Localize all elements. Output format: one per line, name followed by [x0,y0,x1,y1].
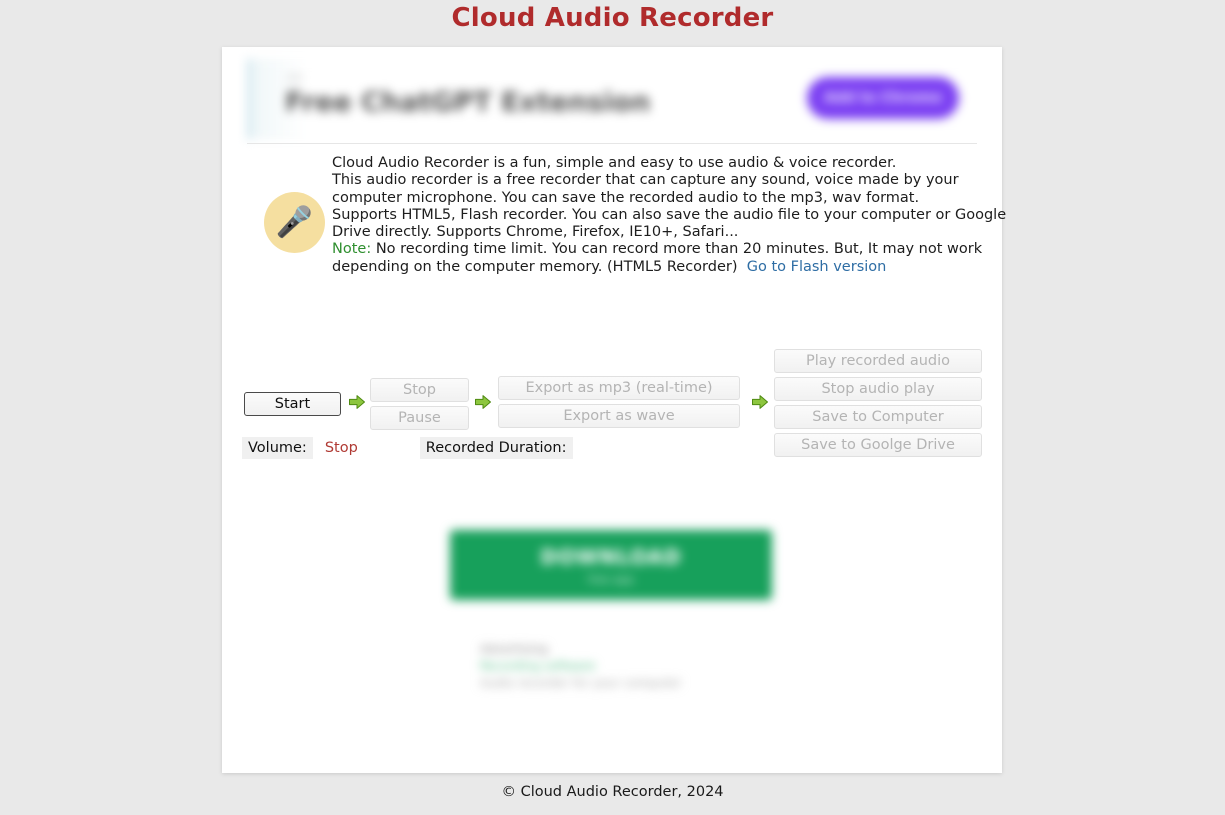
description-line: computer microphone. You can save the re… [332,189,920,206]
page-title: Cloud Audio Recorder [451,3,774,33]
promo-text-description: Audio recorder for your computer [480,676,682,690]
volume-label: Volume: [242,437,313,459]
save-to-computer-button[interactable]: Save to Computer [774,405,982,429]
description-line: This audio recorder is a free recorder t… [332,172,959,189]
note-text: No recording time limit. You can record … [371,241,983,258]
stop-button[interactable]: Stop [370,378,469,402]
control-group-play-save: Play recorded audio Stop audio play Save… [774,349,982,461]
description-note-line-2: depending on the computer memory. (HTML5… [332,259,992,276]
description-text: Cloud Audio Recorder is a fun, simple an… [332,155,1007,276]
description-line: Supports HTML5, Flash recorder. You can … [332,206,1007,223]
advertisement-banner[interactable]: AD Free ChatGPT Extension Add to Chrome [247,59,977,139]
control-group-export: Export as mp3 (real-time) Export as wave [498,376,740,432]
description-line: Cloud Audio Recorder is a fun, simple an… [332,155,897,171]
recorder-controls: Start Stop Pause Export as mp3 (real-tim… [242,301,982,457]
stop-audio-play-button[interactable]: Stop audio play [774,377,982,401]
go-to-flash-version-link[interactable]: Go to Flash version [747,259,887,275]
save-to-google-drive-button[interactable]: Save to Goolge Drive [774,433,982,457]
description-note-line: Note: No recording time limit. You can r… [332,241,992,258]
control-group-start: Start [244,392,341,416]
promo-text-title: Advertising [480,642,548,656]
ad-headline: Free ChatGPT Extension [285,87,651,118]
pause-button[interactable]: Pause [370,406,469,430]
start-button[interactable]: Start [244,392,341,416]
banner-divider [247,143,977,144]
export-as-mp3-button[interactable]: Export as mp3 (real-time) [498,376,740,400]
green-right-arrow-icon [474,393,492,411]
note-label: Note: [332,241,372,258]
status-row: Volume: Stop Recorded Duration: [242,437,573,463]
download-promo-banner[interactable]: DOWNLOAD free app [450,530,772,600]
note-text-continued: depending on the computer memory. (HTML5… [332,258,738,275]
description-line: Drive directly. Supports Chrome, Firefox… [332,224,739,241]
microphone-icon: 🎤 [264,192,325,253]
footer-copyright: © Cloud Audio Recorder, 2024 [501,784,724,800]
green-right-arrow-icon [348,393,366,411]
control-group-stop-pause: Stop Pause [370,378,469,434]
volume-stop-status[interactable]: Stop [319,437,364,459]
recorded-duration-label: Recorded Duration: [419,437,573,459]
ad-accent-bar [247,59,252,139]
export-as-wave-button[interactable]: Export as wave [498,404,740,428]
download-promo-title: DOWNLOAD [540,544,682,569]
promo-text-block: Advertising Recording software Audio rec… [480,641,750,692]
green-right-arrow-icon [751,393,769,411]
ad-cta-button[interactable]: Add to Chrome [807,77,959,119]
promo-text-link[interactable]: Recording software [480,658,750,675]
play-recorded-audio-button[interactable]: Play recorded audio [774,349,982,373]
main-card: AD Free ChatGPT Extension Add to Chrome … [222,47,1007,773]
download-promo-subtitle: free app [588,572,634,586]
ad-eyebrow-label: AD [287,73,304,84]
